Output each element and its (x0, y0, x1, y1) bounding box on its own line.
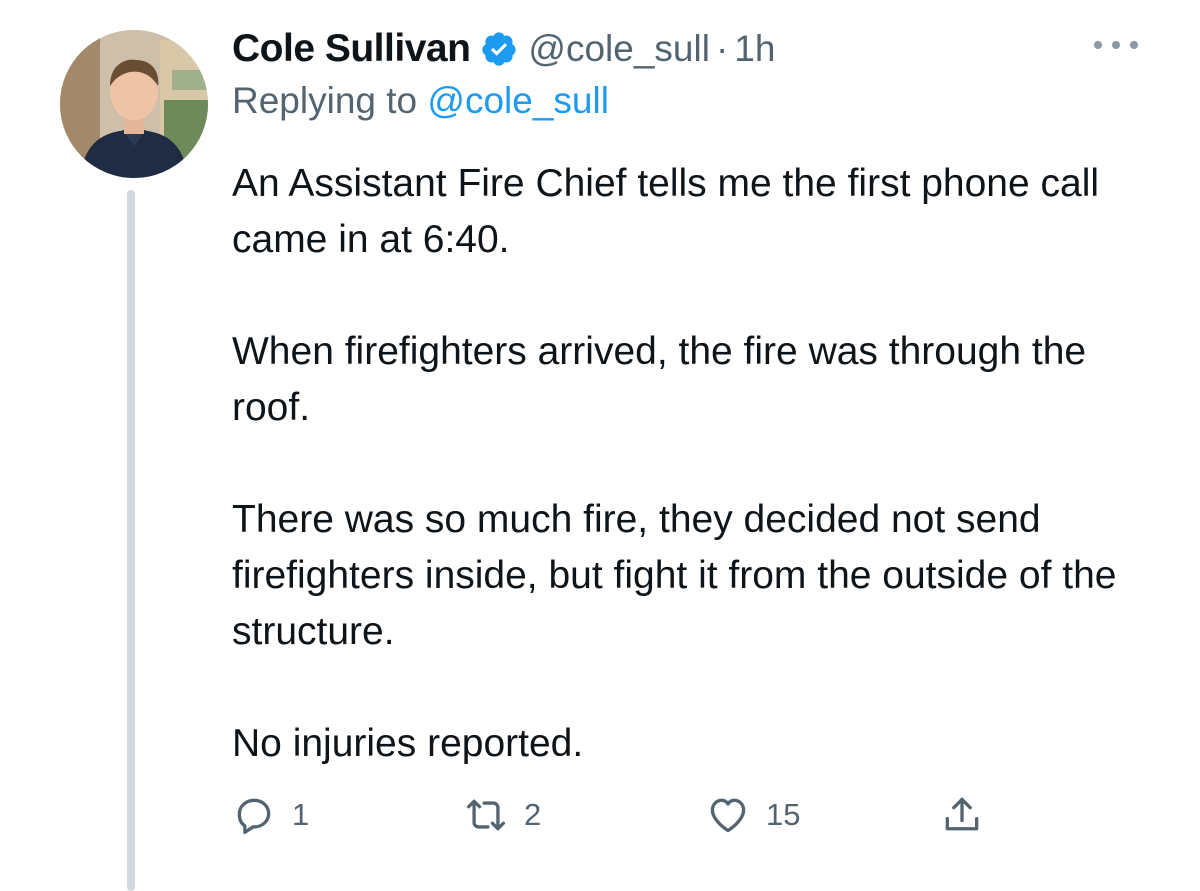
separator-dot: · (715, 28, 729, 69)
more-icon[interactable] (1094, 30, 1138, 60)
tweet-header: Cole Sullivan @cole_sull · 1h (232, 24, 775, 74)
heart-icon (706, 793, 750, 837)
verified-badge-icon (480, 30, 518, 68)
replying-to: Replying to @cole_sull (232, 80, 609, 122)
tweet-paragraph: No injuries reported. (232, 722, 584, 765)
replying-to-handle[interactable]: @cole_sull (427, 80, 609, 121)
author-handle[interactable]: @cole_sull (528, 28, 710, 70)
reply-icon (232, 793, 276, 837)
retweet-count: 2 (524, 797, 542, 832)
timestamp[interactable]: 1h (734, 28, 775, 70)
share-icon (940, 793, 984, 837)
tweet-text: An Assistant Fire Chief tells me the fir… (232, 156, 1162, 772)
tweet-paragraph: When firefighters arrived, the fire was … (232, 330, 1087, 429)
avatar-photo (60, 30, 208, 178)
avatar[interactable] (60, 30, 208, 178)
share-button[interactable] (940, 790, 984, 840)
like-button[interactable]: 15 (706, 790, 800, 840)
display-name[interactable]: Cole Sullivan (232, 27, 471, 71)
replying-prefix: Replying to (232, 80, 418, 121)
like-count: 15 (766, 797, 801, 832)
thread-line (127, 190, 135, 891)
reply-count: 1 (292, 797, 310, 832)
tweet-paragraph: There was so much fire, they decided not… (232, 498, 1117, 653)
action-bar: 1 2 15 (232, 790, 992, 840)
tweet-paragraph: An Assistant Fire Chief tells me the fir… (232, 162, 1100, 261)
reply-button[interactable]: 1 (232, 790, 309, 840)
retweet-button[interactable]: 2 (464, 790, 541, 840)
retweet-icon (464, 793, 508, 837)
